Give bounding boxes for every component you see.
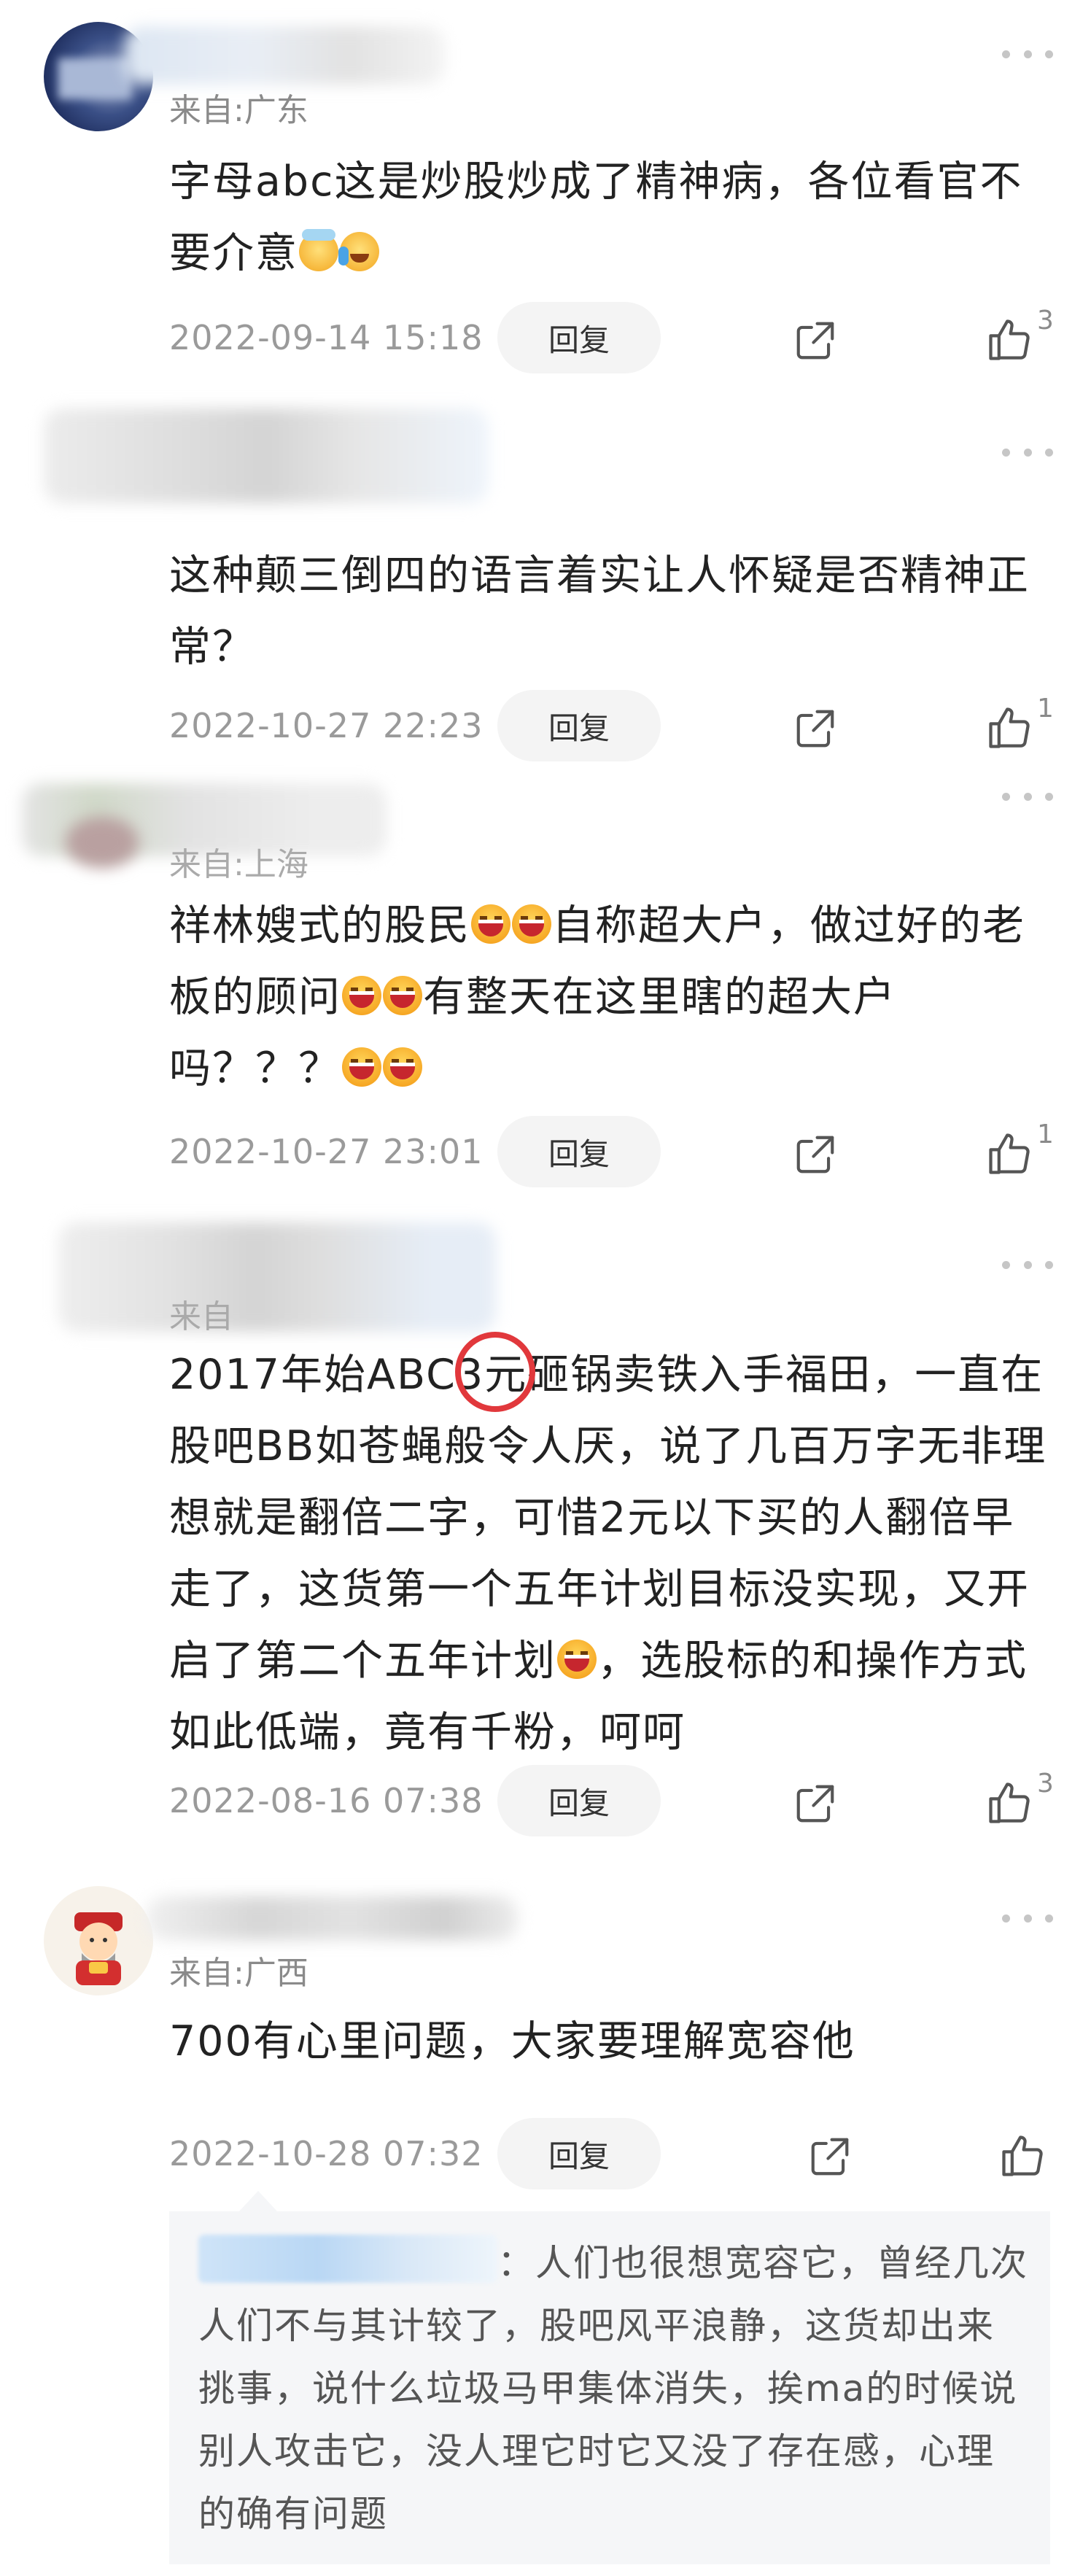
frost-face-emoji-icon	[299, 229, 338, 271]
like-count: 3	[1037, 306, 1054, 335]
comment-text: 字母abc这是炒股炒成了精神病，各位看官不要介意	[169, 146, 1052, 289]
reply-username-blurred[interactable]	[198, 2235, 497, 2283]
location-label: 来自:广西	[169, 1955, 308, 1992]
comment-4: 来自 2017年始ABC3元砸锅卖铁入手福田，一直在股吧BB如苍蝇般令人厌，说了…	[0, 1211, 1091, 1867]
timestamp: 2022-09-14 15:18	[169, 318, 484, 357]
share-icon[interactable]	[807, 2134, 853, 2179]
comment-1: 来自:广东 字母abc这是炒股炒成了精神病，各位看官不要介意 2022-09-1…	[0, 0, 1091, 387]
more-options-icon[interactable]	[1002, 47, 1053, 61]
thumbs-up-icon[interactable]	[998, 2131, 1047, 2181]
location-label: 来自	[169, 1298, 233, 1335]
thumbs-up-icon[interactable]	[985, 315, 1034, 365]
laughing-emoji-icon	[557, 1640, 597, 1679]
location-label: 来自:广东	[169, 92, 308, 129]
timestamp: 2022-10-28 07:32	[169, 2134, 484, 2173]
comment-text-part: 祥林嫂式的股民	[169, 901, 470, 950]
timestamp: 2022-08-16 07:38	[169, 1781, 484, 1820]
comment-text: 700有心里问题，大家要理解宽容他	[169, 2017, 855, 2065]
fortune-god-avatar-icon	[46, 1888, 151, 1993]
reply-button[interactable]: 回复	[497, 690, 661, 761]
comment-text: 2017年始ABC3元砸锅卖铁入手福田，一直在股吧BB如苍蝇般令人厌，说了几百万…	[169, 1339, 1052, 1768]
reply-box-pointer	[239, 2191, 277, 2211]
nested-reply[interactable]: ：人们也很想宽容它，曾经几次人们不与其计较了，股吧风平浪静，这货却出来挑事，说什…	[169, 2211, 1050, 2564]
avatar-username-blurred[interactable]	[58, 1222, 496, 1332]
username-blurred[interactable]	[146, 1896, 518, 1940]
share-icon[interactable]	[793, 1132, 838, 1177]
laughing-emoji-icon	[471, 904, 510, 944]
comment-5: 来自:广西 700有心里问题，大家要理解宽容他 2022-10-28 07:32…	[0, 1867, 1091, 2203]
comment-meta: 2022-08-16 07:38 回复 3	[169, 1765, 1054, 1838]
like-count: 1	[1037, 694, 1054, 723]
comment-text: 祥林嫂式的股民 自称超大户，做过好的老板的顾问 有整天在这里瞎的超大户吗？？？	[169, 890, 1052, 1104]
timestamp: 2022-10-27 22:23	[169, 706, 484, 745]
more-options-icon[interactable]	[1002, 789, 1053, 804]
like-count: 1	[1037, 1120, 1054, 1149]
comment-meta: 2022-10-27 22:23 回复 1	[169, 690, 1054, 763]
location-label: 来自:上海	[169, 846, 308, 883]
more-options-icon[interactable]	[1002, 445, 1053, 459]
laughing-emoji-icon	[512, 904, 551, 944]
laughing-emoji-icon	[383, 976, 422, 1015]
share-icon[interactable]	[793, 706, 838, 751]
timestamp: 2022-10-27 23:01	[169, 1132, 484, 1171]
comment-meta: 2022-09-14 15:18 回复 3	[169, 302, 1054, 375]
laughing-emoji-icon	[342, 976, 381, 1015]
comment-meta: 2022-10-28 07:32 回复	[169, 2118, 1052, 2191]
more-options-icon[interactable]	[1002, 1911, 1053, 1925]
comment-text-content: 字母abc这是炒股炒成了精神病，各位看官不要介意	[169, 158, 1023, 277]
comment-text: 这种颠三倒四的语言着实让人怀疑是否精神正常？	[169, 551, 1030, 671]
comment-3: 来自:上海 祥林嫂式的股民 自称超大户，做过好的老板的顾问 有整天在这里瞎的超大户吗…	[0, 773, 1091, 1211]
comment-text-part: 2017年始ABC3元砸锅卖铁入手福田，一直在股吧BB如苍蝇般令人厌，说了几百万…	[169, 1351, 1047, 1685]
reply-button[interactable]: 回复	[497, 1116, 661, 1187]
more-options-icon[interactable]	[1002, 1257, 1053, 1272]
reply-button[interactable]: 回复	[497, 302, 661, 373]
laughing-emoji-icon	[383, 1047, 422, 1087]
avatar[interactable]	[44, 1886, 153, 1995]
thumbs-up-icon[interactable]	[985, 1778, 1034, 1828]
like-count: 3	[1037, 1769, 1054, 1799]
comment-list: 来自:广东 字母abc这是炒股炒成了精神病，各位看官不要介意 2022-09-1…	[0, 0, 1091, 2576]
laughing-emoji-icon	[342, 1047, 381, 1087]
username-blurred[interactable]	[124, 26, 445, 85]
reply-button[interactable]: 回复	[497, 2118, 661, 2189]
crying-laugh-emoji-icon	[338, 232, 379, 271]
thumbs-up-icon[interactable]	[985, 703, 1034, 753]
highlight-circle-annotation	[455, 1332, 535, 1412]
reply-text: ：人们也很想宽容它，曾经几次人们不与其计较了，股吧风平浪静，这货却出来挑事，说什…	[198, 2232, 1030, 2545]
thumbs-up-icon[interactable]	[985, 1129, 1034, 1179]
avatar[interactable]	[66, 817, 139, 868]
share-icon[interactable]	[793, 1781, 838, 1826]
reply-content: ：人们也很想宽容它，曾经几次人们不与其计较了，股吧风平浪静，这货却出来挑事，说什…	[198, 2242, 1028, 2535]
comment-meta: 2022-10-27 23:01 回复 1	[169, 1116, 1054, 1189]
reply-button[interactable]: 回复	[497, 1765, 661, 1836]
avatar-username-blurred[interactable]	[44, 408, 489, 503]
share-icon[interactable]	[793, 318, 838, 363]
comment-2: 这种颠三倒四的语言着实让人怀疑是否精神正常？ 2022-10-27 22:23 …	[0, 387, 1091, 773]
